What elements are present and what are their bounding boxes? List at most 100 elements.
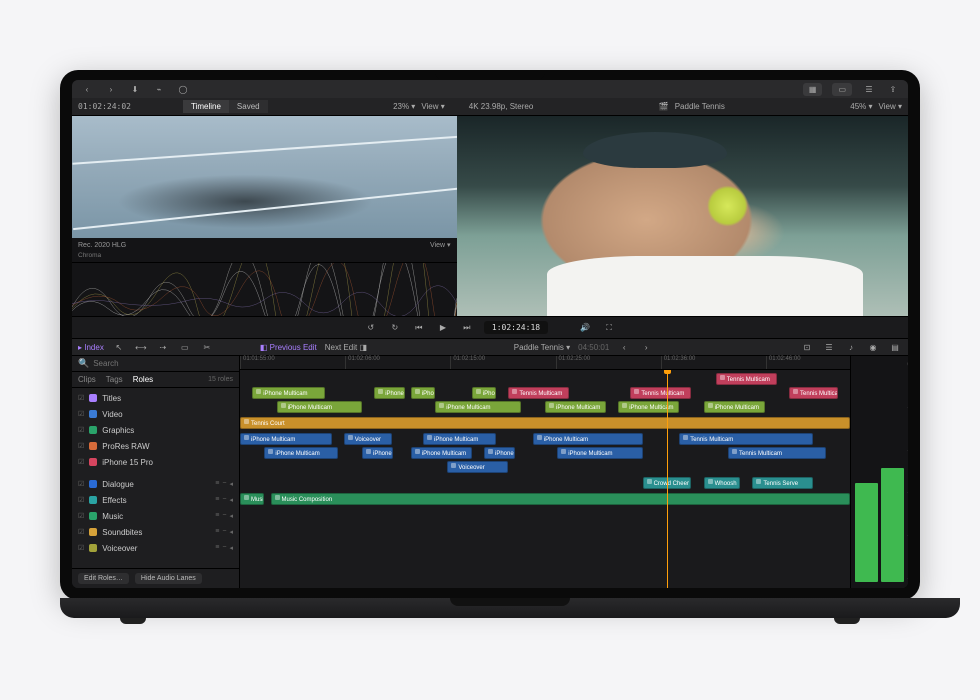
timeline-clip[interactable]: Tennis Multicam xyxy=(716,373,777,385)
program-viewer-canvas[interactable] xyxy=(457,116,908,316)
timeline-clip[interactable]: Tennis Multicam xyxy=(508,387,569,399)
speaker-icon: ◂ xyxy=(229,544,233,552)
hide-audio-lanes-button[interactable]: Hide Audio Lanes xyxy=(135,573,202,584)
role-row[interactable]: ☑Soundbites≡ − ◂ xyxy=(72,524,239,540)
clip-appearance-icon[interactable]: ▤ xyxy=(888,340,902,354)
timeline-clip[interactable]: Voiceover xyxy=(447,461,508,473)
timeline-nav-left-icon[interactable]: ‹ xyxy=(617,340,631,354)
timeline-clip[interactable]: Music xyxy=(240,493,264,505)
index-toggle[interactable]: ▸ Index xyxy=(78,343,104,352)
index-search-input[interactable] xyxy=(93,359,233,368)
timeline-index-sidebar: 🔍 Clips Tags Roles 15 roles ☑Titles☑Vide… xyxy=(72,356,240,588)
timeline-clip[interactable]: iPhone… xyxy=(472,387,496,399)
timeline-clip[interactable]: Tennis Court xyxy=(240,417,850,429)
timeline-clip[interactable]: iPhone Multicam xyxy=(704,401,765,413)
timeline-ruler[interactable]: 01:01:55:0001:02:06:0001:02:15:0001:02:2… xyxy=(240,356,850,370)
transport-bar: ↺ ↻ ⏮ ▶ ⏭ 1:02:24:18 🔊 ⛶ xyxy=(72,316,908,338)
role-row[interactable]: ☑Titles xyxy=(72,390,239,406)
tab-saved[interactable]: Saved xyxy=(229,100,268,113)
scope-view-menu[interactable]: View ▾ xyxy=(430,241,451,249)
audio-mute-icon[interactable]: 🔊 xyxy=(578,321,592,335)
tool-select-icon[interactable]: ↖ xyxy=(112,340,126,354)
tab-timeline[interactable]: Timeline xyxy=(183,100,229,113)
next-edit-button[interactable]: Next Edit ◨ xyxy=(325,343,367,352)
timeline-clip[interactable]: iPhone… xyxy=(362,447,393,459)
playhead[interactable] xyxy=(667,370,668,588)
video-scope[interactable] xyxy=(72,262,457,316)
expand-icon: ≡ xyxy=(215,528,219,536)
role-row[interactable]: ☑iPhone 15 Pro xyxy=(72,454,239,470)
timeline-clip[interactable]: iPhone Multicam xyxy=(411,447,472,459)
timeline-nav-right-icon[interactable]: › xyxy=(639,340,653,354)
edit-roles-button[interactable]: Edit Roles… xyxy=(78,573,129,584)
timeline-clip[interactable]: iPhone Multicam xyxy=(435,401,520,413)
timeline-clip[interactable]: iPhone Multicam xyxy=(264,447,337,459)
timeline-clip[interactable]: Whoosh xyxy=(704,477,741,489)
timeline-clip[interactable]: iPhone Multicam xyxy=(252,387,325,399)
timeline-clip[interactable]: iPhone… xyxy=(484,447,515,459)
index-tab-tags[interactable]: Tags xyxy=(106,375,123,384)
snap-icon[interactable]: ⊡ xyxy=(800,340,814,354)
left-viewer-zoom[interactable]: 23% ▾ xyxy=(393,102,415,111)
play-icon[interactable]: ▶ xyxy=(436,321,450,335)
keyword-icon[interactable]: ⌁ xyxy=(152,82,166,96)
bg-tasks-icon[interactable]: ◯ xyxy=(176,82,190,96)
timeline-clip[interactable]: Tennis Multicam xyxy=(789,387,838,399)
tool-blade-icon[interactable]: ✂ xyxy=(200,340,214,354)
role-row[interactable]: ☑Dialogue≡ − ◂ xyxy=(72,476,239,492)
timeline-tracks[interactable]: Tennis MulticamiPhone MulticamiPhone…iPh… xyxy=(240,370,850,588)
timeline-clip[interactable]: Music Composition xyxy=(271,493,851,505)
prev-frame-icon[interactable]: ⏮ xyxy=(412,321,426,335)
timeline-clip[interactable]: iPhone Multicam xyxy=(240,433,332,445)
audio-skim-icon[interactable]: ♪ xyxy=(844,340,858,354)
index-tab-roles[interactable]: Roles xyxy=(133,375,153,384)
role-row[interactable]: ☑ProRes RAW xyxy=(72,438,239,454)
right-view-menu[interactable]: View ▾ xyxy=(879,102,902,111)
minus-icon: − xyxy=(222,496,226,504)
project-name-dropdown[interactable]: Paddle Tennis ▾ xyxy=(514,343,570,352)
share-icon[interactable]: ⇪ xyxy=(886,82,900,96)
tool-position-icon[interactable]: ⇢ xyxy=(156,340,170,354)
transport-timecode: 1:02:24:18 xyxy=(484,321,548,334)
speaker-icon: ◂ xyxy=(229,512,233,520)
cycle-icon[interactable]: ↻ xyxy=(388,321,402,335)
solo-icon[interactable]: ◉ xyxy=(866,340,880,354)
back-icon[interactable]: ‹ xyxy=(80,82,94,96)
role-row[interactable]: ☑Graphics xyxy=(72,422,239,438)
inspector-icon[interactable]: ☰ xyxy=(862,82,876,96)
layout-default-button[interactable]: ▭ xyxy=(832,83,852,96)
role-row[interactable]: ☑Voiceover≡ − ◂ xyxy=(72,540,239,556)
timeline-clip[interactable]: iPhone… xyxy=(411,387,435,399)
timeline-clip[interactable]: iPhone Multicam xyxy=(533,433,643,445)
timeline-clip[interactable]: iPhone Multicam xyxy=(545,401,606,413)
timeline-clip[interactable]: Tennis Multicam xyxy=(630,387,691,399)
timeline-clip[interactable]: iPhone Multicam xyxy=(557,447,642,459)
tool-range-icon[interactable]: ▭ xyxy=(178,340,192,354)
index-tab-clips[interactable]: Clips xyxy=(78,375,96,384)
role-row[interactable]: ☑Effects≡ − ◂ xyxy=(72,492,239,508)
timeline-lane: Crowd CheerWhooshTennis Serve xyxy=(240,476,850,490)
timeline-clip[interactable]: Tennis Multicam xyxy=(679,433,813,445)
forward-icon[interactable]: › xyxy=(104,82,118,96)
timeline[interactable]: 01:01:55:0001:02:06:0001:02:15:0001:02:2… xyxy=(240,356,850,588)
fullscreen-icon[interactable]: ⛶ xyxy=(602,321,616,335)
timeline-clip[interactable]: Voiceover xyxy=(344,433,393,445)
role-row[interactable]: ☑Video xyxy=(72,406,239,422)
layout-compact-button[interactable]: ▦ xyxy=(803,83,823,96)
right-viewer-zoom[interactable]: 45% ▾ xyxy=(850,102,872,111)
prev-edit-button[interactable]: ◧ Previous Edit xyxy=(260,343,317,352)
left-view-menu[interactable]: View ▾ xyxy=(421,102,444,111)
timeline-clip[interactable]: iPhone Multicam xyxy=(423,433,496,445)
timeline-clip[interactable]: Tennis Serve xyxy=(752,477,813,489)
import-icon[interactable]: ⬇ xyxy=(128,82,142,96)
role-row[interactable]: ☑Music≡ − ◂ xyxy=(72,508,239,524)
event-viewer-canvas[interactable] xyxy=(72,116,457,238)
skimming-icon[interactable]: ☰ xyxy=(822,340,836,354)
tool-trim-icon[interactable]: ⟷ xyxy=(134,340,148,354)
timeline-clip[interactable]: iPhone Multicam xyxy=(618,401,679,413)
timeline-clip[interactable]: iPhone… xyxy=(374,387,405,399)
timeline-clip[interactable]: Tennis Multicam xyxy=(728,447,826,459)
timeline-clip[interactable]: iPhone Multicam xyxy=(277,401,362,413)
next-frame-icon[interactable]: ⏭ xyxy=(460,321,474,335)
loop-icon[interactable]: ↺ xyxy=(364,321,378,335)
